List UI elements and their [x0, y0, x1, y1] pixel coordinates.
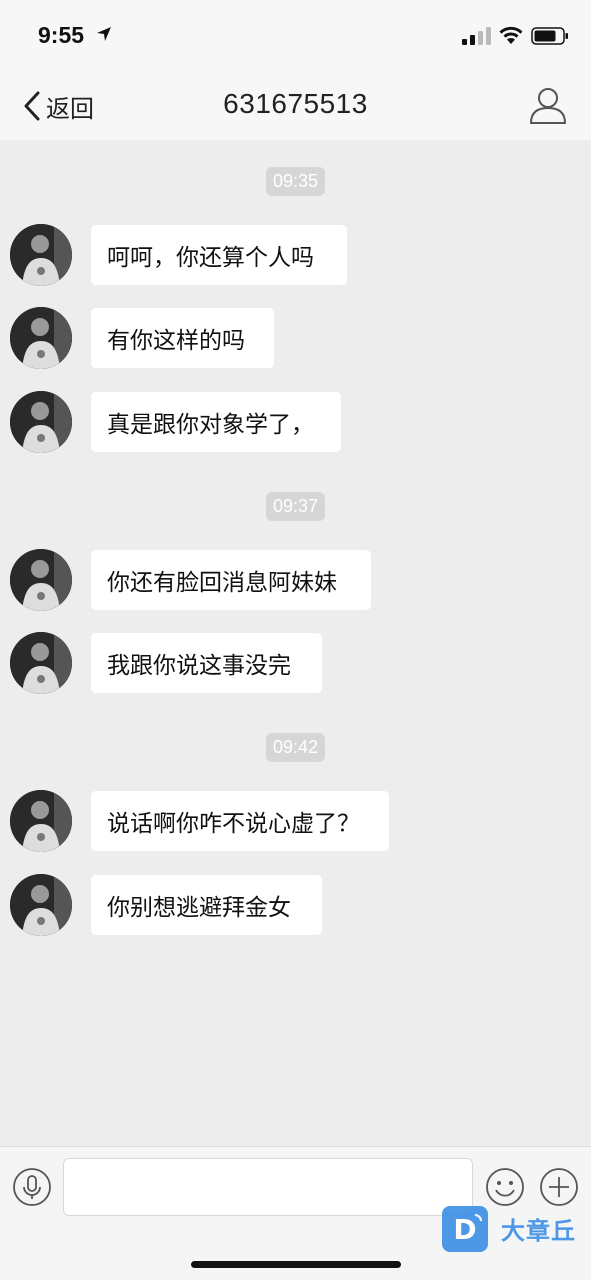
location-arrow-icon: [97, 27, 111, 41]
timestamp-label: 09:37: [265, 492, 326, 521]
avatar[interactable]: [10, 549, 72, 611]
message-bubble[interactable]: 你别想逃避拜金女: [91, 875, 322, 935]
status-bar: 9:55: [0, 0, 591, 70]
avatar[interactable]: [10, 874, 72, 936]
message-input[interactable]: [63, 1158, 473, 1216]
avatar[interactable]: [10, 391, 72, 453]
battery-icon: [531, 27, 568, 45]
wifi-icon: [499, 26, 523, 44]
watermark-logo-icon: D: [442, 1206, 488, 1252]
avatar[interactable]: [10, 224, 72, 286]
home-indicator[interactable]: [191, 1261, 401, 1268]
timestamp-label: 09:42: [265, 733, 326, 762]
cellular-signal-icon: [462, 27, 491, 45]
watermark: D 大章丘: [441, 1205, 589, 1255]
message-bubble[interactable]: 说话啊你咋不说心虚了？: [91, 791, 389, 851]
message-timestamp: 09:37: [0, 492, 591, 521]
microphone-icon[interactable]: [12, 1167, 52, 1207]
message-bubble[interactable]: 真是跟你对象学了，: [91, 392, 341, 452]
status-time: 9:55: [38, 22, 85, 48]
chat-area[interactable]: 09:35 呵呵，你还算个人吗 有你这样的吗 真是跟你对象学了， 09:37 你…: [0, 140, 591, 1146]
nav-bar: 返回 631675513: [0, 70, 591, 140]
smiley-face-icon[interactable]: [485, 1167, 525, 1207]
message-bubble[interactable]: 你还有脸回消息阿妹妹: [91, 550, 371, 610]
watermark-text: 大章丘: [501, 1217, 576, 1245]
avatar[interactable]: [10, 307, 72, 369]
message-timestamp: 09:35: [0, 167, 591, 196]
person-icon[interactable]: [528, 85, 568, 125]
plus-circle-icon[interactable]: [539, 1167, 579, 1207]
message-bubble[interactable]: 有你这样的吗: [91, 308, 274, 368]
timestamp-label: 09:35: [265, 167, 326, 196]
message-bubble[interactable]: 呵呵，你还算个人吗: [91, 225, 347, 285]
message-timestamp: 09:42: [0, 733, 591, 762]
avatar[interactable]: [10, 632, 72, 694]
message-bubble[interactable]: 我跟你说这事没完: [91, 633, 322, 693]
page-title: 631675513: [223, 88, 368, 119]
svg-text:D: D: [453, 1213, 476, 1246]
avatar[interactable]: [10, 790, 72, 852]
